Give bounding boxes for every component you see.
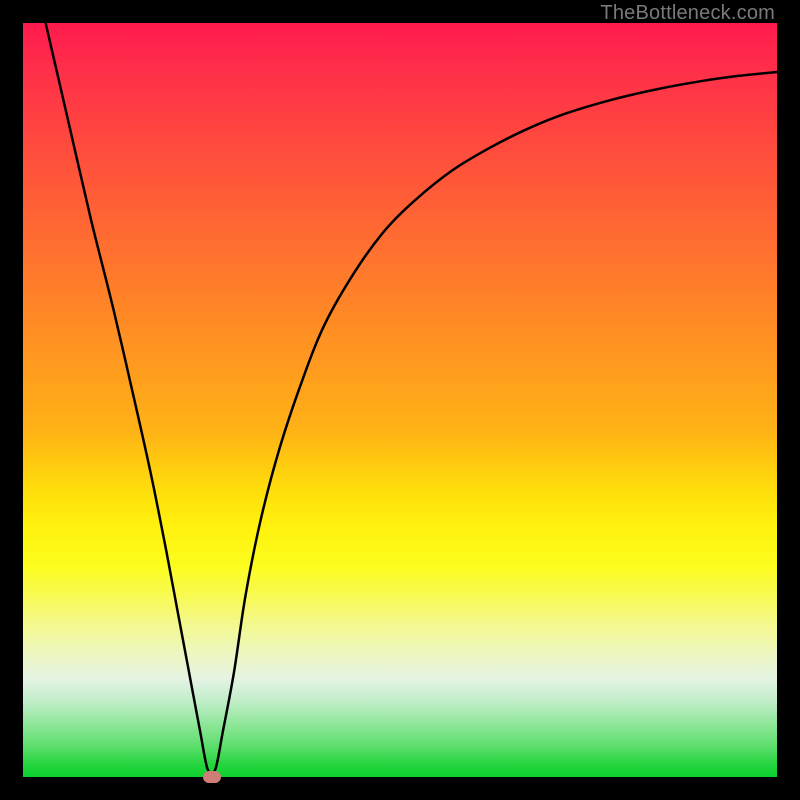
watermark-text: TheBottleneck.com (600, 2, 775, 25)
bottleneck-curve (23, 23, 777, 777)
plot-area (23, 23, 777, 777)
chart-frame: TheBottleneck.com (0, 0, 800, 800)
optimal-point-marker (203, 771, 221, 783)
